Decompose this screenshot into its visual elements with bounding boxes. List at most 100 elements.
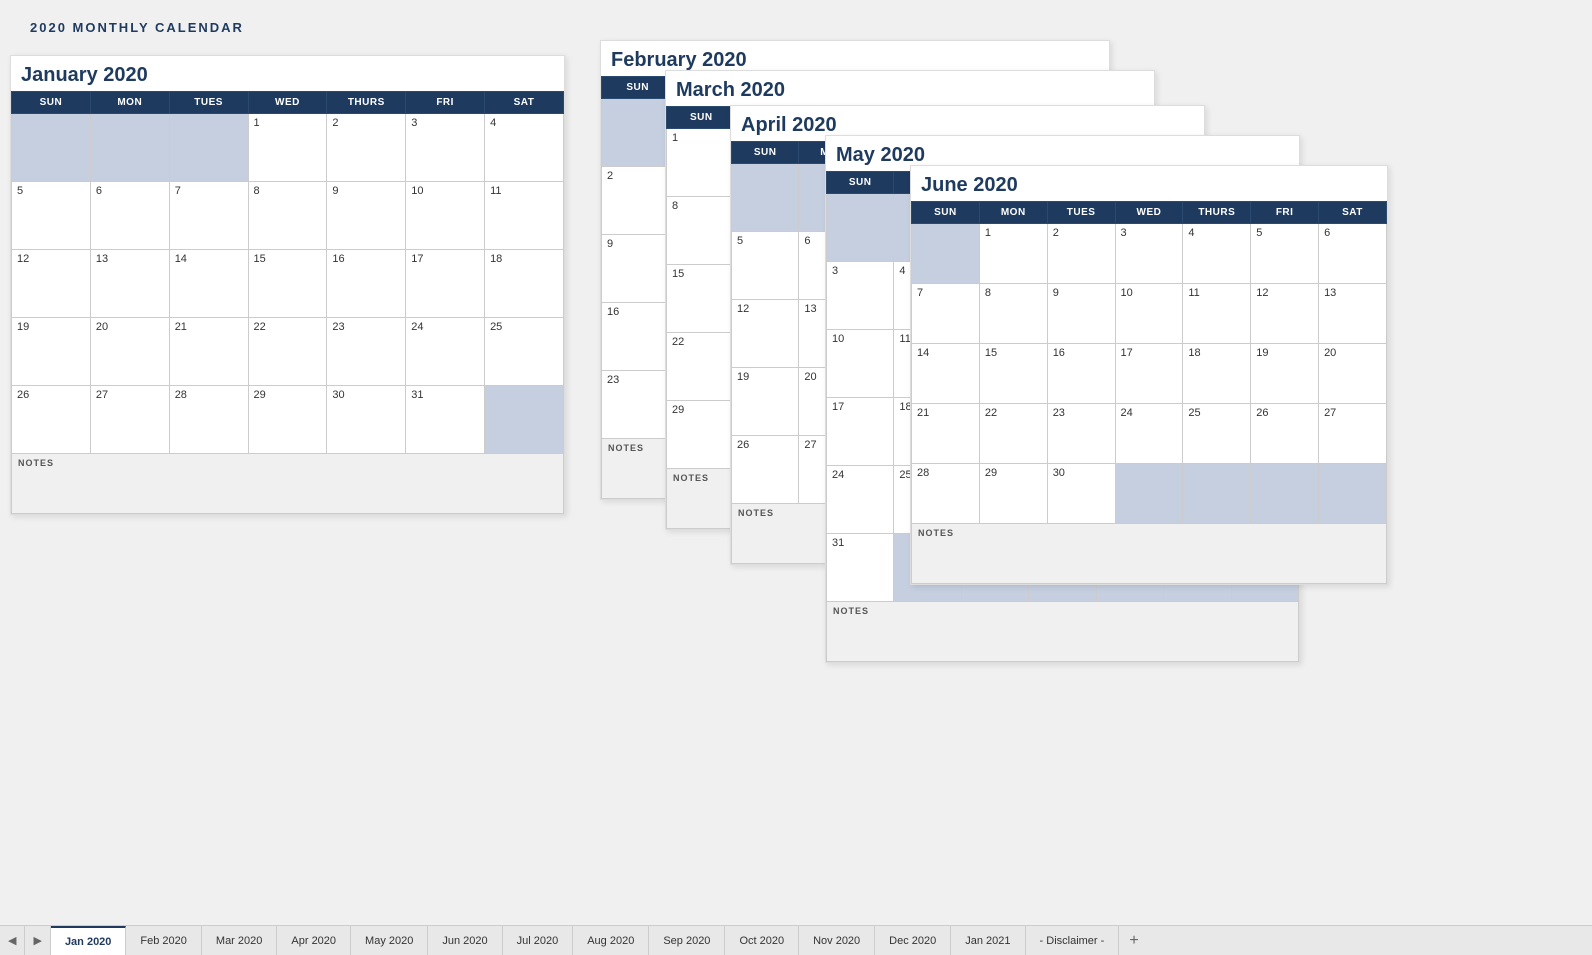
tab-disclaimer[interactable]: - Disclaimer - xyxy=(1026,926,1120,955)
mar-cell-29: 29 xyxy=(667,401,737,469)
jun-cell-14: 14 xyxy=(912,344,980,404)
jun-cell-19: 19 xyxy=(1251,344,1319,404)
jan-day-tues: TUES xyxy=(169,92,248,114)
jan-day-sat: SAT xyxy=(485,92,564,114)
jun-cell-3: 3 xyxy=(1115,224,1183,284)
jan-cell-18: 18 xyxy=(485,250,564,318)
jun-cell-8: 8 xyxy=(979,284,1047,344)
apr-cell-12: 12 xyxy=(732,300,799,368)
jan-cell-12: 12 xyxy=(12,250,91,318)
tab-jul-2020[interactable]: Jul 2020 xyxy=(503,926,574,955)
jun-day-sat: SAT xyxy=(1319,202,1387,224)
jan-cell-13: 13 xyxy=(90,250,169,318)
may-cell-10: 10 xyxy=(827,330,894,398)
jan-cell-11: 11 xyxy=(485,182,564,250)
june-table: SUN MON TUES WED THURS FRI SAT 1 2 3 xyxy=(911,201,1387,584)
table-row: 19 20 21 22 23 24 25 xyxy=(12,318,564,386)
jun-cell-28: 28 xyxy=(912,464,980,524)
may-cell-3: 3 xyxy=(827,262,894,330)
tab-aug-2020[interactable]: Aug 2020 xyxy=(573,926,649,955)
table-row: 21 22 23 24 25 26 27 xyxy=(912,404,1387,464)
jan-cell-8: 8 xyxy=(248,182,327,250)
jan-cell-21: 21 xyxy=(169,318,248,386)
jun-cell-empty-end3 xyxy=(1251,464,1319,524)
table-row: 14 15 16 17 18 19 20 xyxy=(912,344,1387,404)
jun-day-mon: MON xyxy=(979,202,1047,224)
feb-cell-9: 9 xyxy=(602,235,674,303)
jun-cell-24: 24 xyxy=(1115,404,1183,464)
jan-cell-15: 15 xyxy=(248,250,327,318)
jun-day-sun: SUN xyxy=(912,202,980,224)
tab-nov-2020[interactable]: Nov 2020 xyxy=(799,926,875,955)
table-row: 26 27 28 29 30 31 xyxy=(12,386,564,454)
may-cell-24: 24 xyxy=(827,466,894,534)
jun-cell-17: 17 xyxy=(1115,344,1183,404)
jan-day-wed: WED xyxy=(248,92,327,114)
tab-nav-left[interactable]: ◀ xyxy=(0,926,25,955)
jun-cell-22: 22 xyxy=(979,404,1047,464)
jan-cell-empty2 xyxy=(90,114,169,182)
jan-cell-14: 14 xyxy=(169,250,248,318)
jan-cell-19: 19 xyxy=(12,318,91,386)
jan-cell-31: 31 xyxy=(406,386,485,454)
june-title: June 2020 xyxy=(911,166,1387,201)
tab-dec-2020[interactable]: Dec 2020 xyxy=(875,926,951,955)
jan-cell-26: 26 xyxy=(12,386,91,454)
jun-cell-2: 2 xyxy=(1047,224,1115,284)
feb-cell-2: 2 xyxy=(602,167,674,235)
jan-day-thurs: THURS xyxy=(327,92,406,114)
jan-day-mon: MON xyxy=(90,92,169,114)
jan-cell-empty3 xyxy=(169,114,248,182)
march-title: March 2020 xyxy=(666,71,1154,106)
jun-cell-21: 21 xyxy=(912,404,980,464)
mar-cell-1: 1 xyxy=(667,129,737,197)
main-content: 2020 MONTHLY CALENDAR January 2020 SUN M… xyxy=(0,0,1592,925)
tab-may-2020[interactable]: May 2020 xyxy=(351,926,428,955)
jan-cell-16: 16 xyxy=(327,250,406,318)
jun-cell-16: 16 xyxy=(1047,344,1115,404)
jan-cell-empty1 xyxy=(12,114,91,182)
jan-notes: NOTES xyxy=(12,454,564,514)
jan-day-fri: FRI xyxy=(406,92,485,114)
jun-cell-18: 18 xyxy=(1183,344,1251,404)
jun-cell-11: 11 xyxy=(1183,284,1251,344)
jan-cell-5: 5 xyxy=(12,182,91,250)
jun-cell-5: 5 xyxy=(1251,224,1319,284)
january-title: January 2020 xyxy=(11,56,564,91)
tab-nav-right[interactable]: ▶ xyxy=(25,926,50,955)
jun-notes: NOTES xyxy=(912,524,1387,584)
jun-cell-empty-end4 xyxy=(1319,464,1387,524)
jun-cell-23: 23 xyxy=(1047,404,1115,464)
jan-cell-2: 2 xyxy=(327,114,406,182)
tab-jan-2020[interactable]: Jan 2020 xyxy=(51,926,126,955)
apr-cell-5: 5 xyxy=(732,232,799,300)
jan-cell-22: 22 xyxy=(248,318,327,386)
tab-sep-2020[interactable]: Sep 2020 xyxy=(649,926,725,955)
jan-cell-6: 6 xyxy=(90,182,169,250)
jun-cell-empty-end2 xyxy=(1183,464,1251,524)
table-row: 12 13 14 15 16 17 18 xyxy=(12,250,564,318)
may-day-sun: SUN xyxy=(827,172,894,194)
tab-apr-2020[interactable]: Apr 2020 xyxy=(277,926,351,955)
app-container: 2020 MONTHLY CALENDAR January 2020 SUN M… xyxy=(0,0,1592,955)
table-row: 1 2 3 4 5 6 xyxy=(912,224,1387,284)
jun-cell-12: 12 xyxy=(1251,284,1319,344)
apr-day-sun: SUN xyxy=(732,142,799,164)
tab-add-button[interactable]: + xyxy=(1119,926,1148,955)
may-cell-17: 17 xyxy=(827,398,894,466)
tab-feb-2020[interactable]: Feb 2020 xyxy=(126,926,201,955)
jun-cell-4: 4 xyxy=(1183,224,1251,284)
january-table: SUN MON TUES WED THURS FRI SAT 1 xyxy=(11,91,564,514)
tab-jan-2021[interactable]: Jan 2021 xyxy=(951,926,1025,955)
jan-cell-29: 29 xyxy=(248,386,327,454)
jan-cell-10: 10 xyxy=(406,182,485,250)
tab-mar-2020[interactable]: Mar 2020 xyxy=(202,926,277,955)
jun-cell-1: 1 xyxy=(979,224,1047,284)
tab-jun-2020[interactable]: Jun 2020 xyxy=(428,926,502,955)
jan-cell-3: 3 xyxy=(406,114,485,182)
jan-cell-28: 28 xyxy=(169,386,248,454)
jan-day-sun: SUN xyxy=(12,92,91,114)
feb-cell-23: 23 xyxy=(602,371,674,439)
calendar-january: January 2020 SUN MON TUES WED THURS FRI … xyxy=(10,55,565,515)
tab-oct-2020[interactable]: Oct 2020 xyxy=(725,926,799,955)
